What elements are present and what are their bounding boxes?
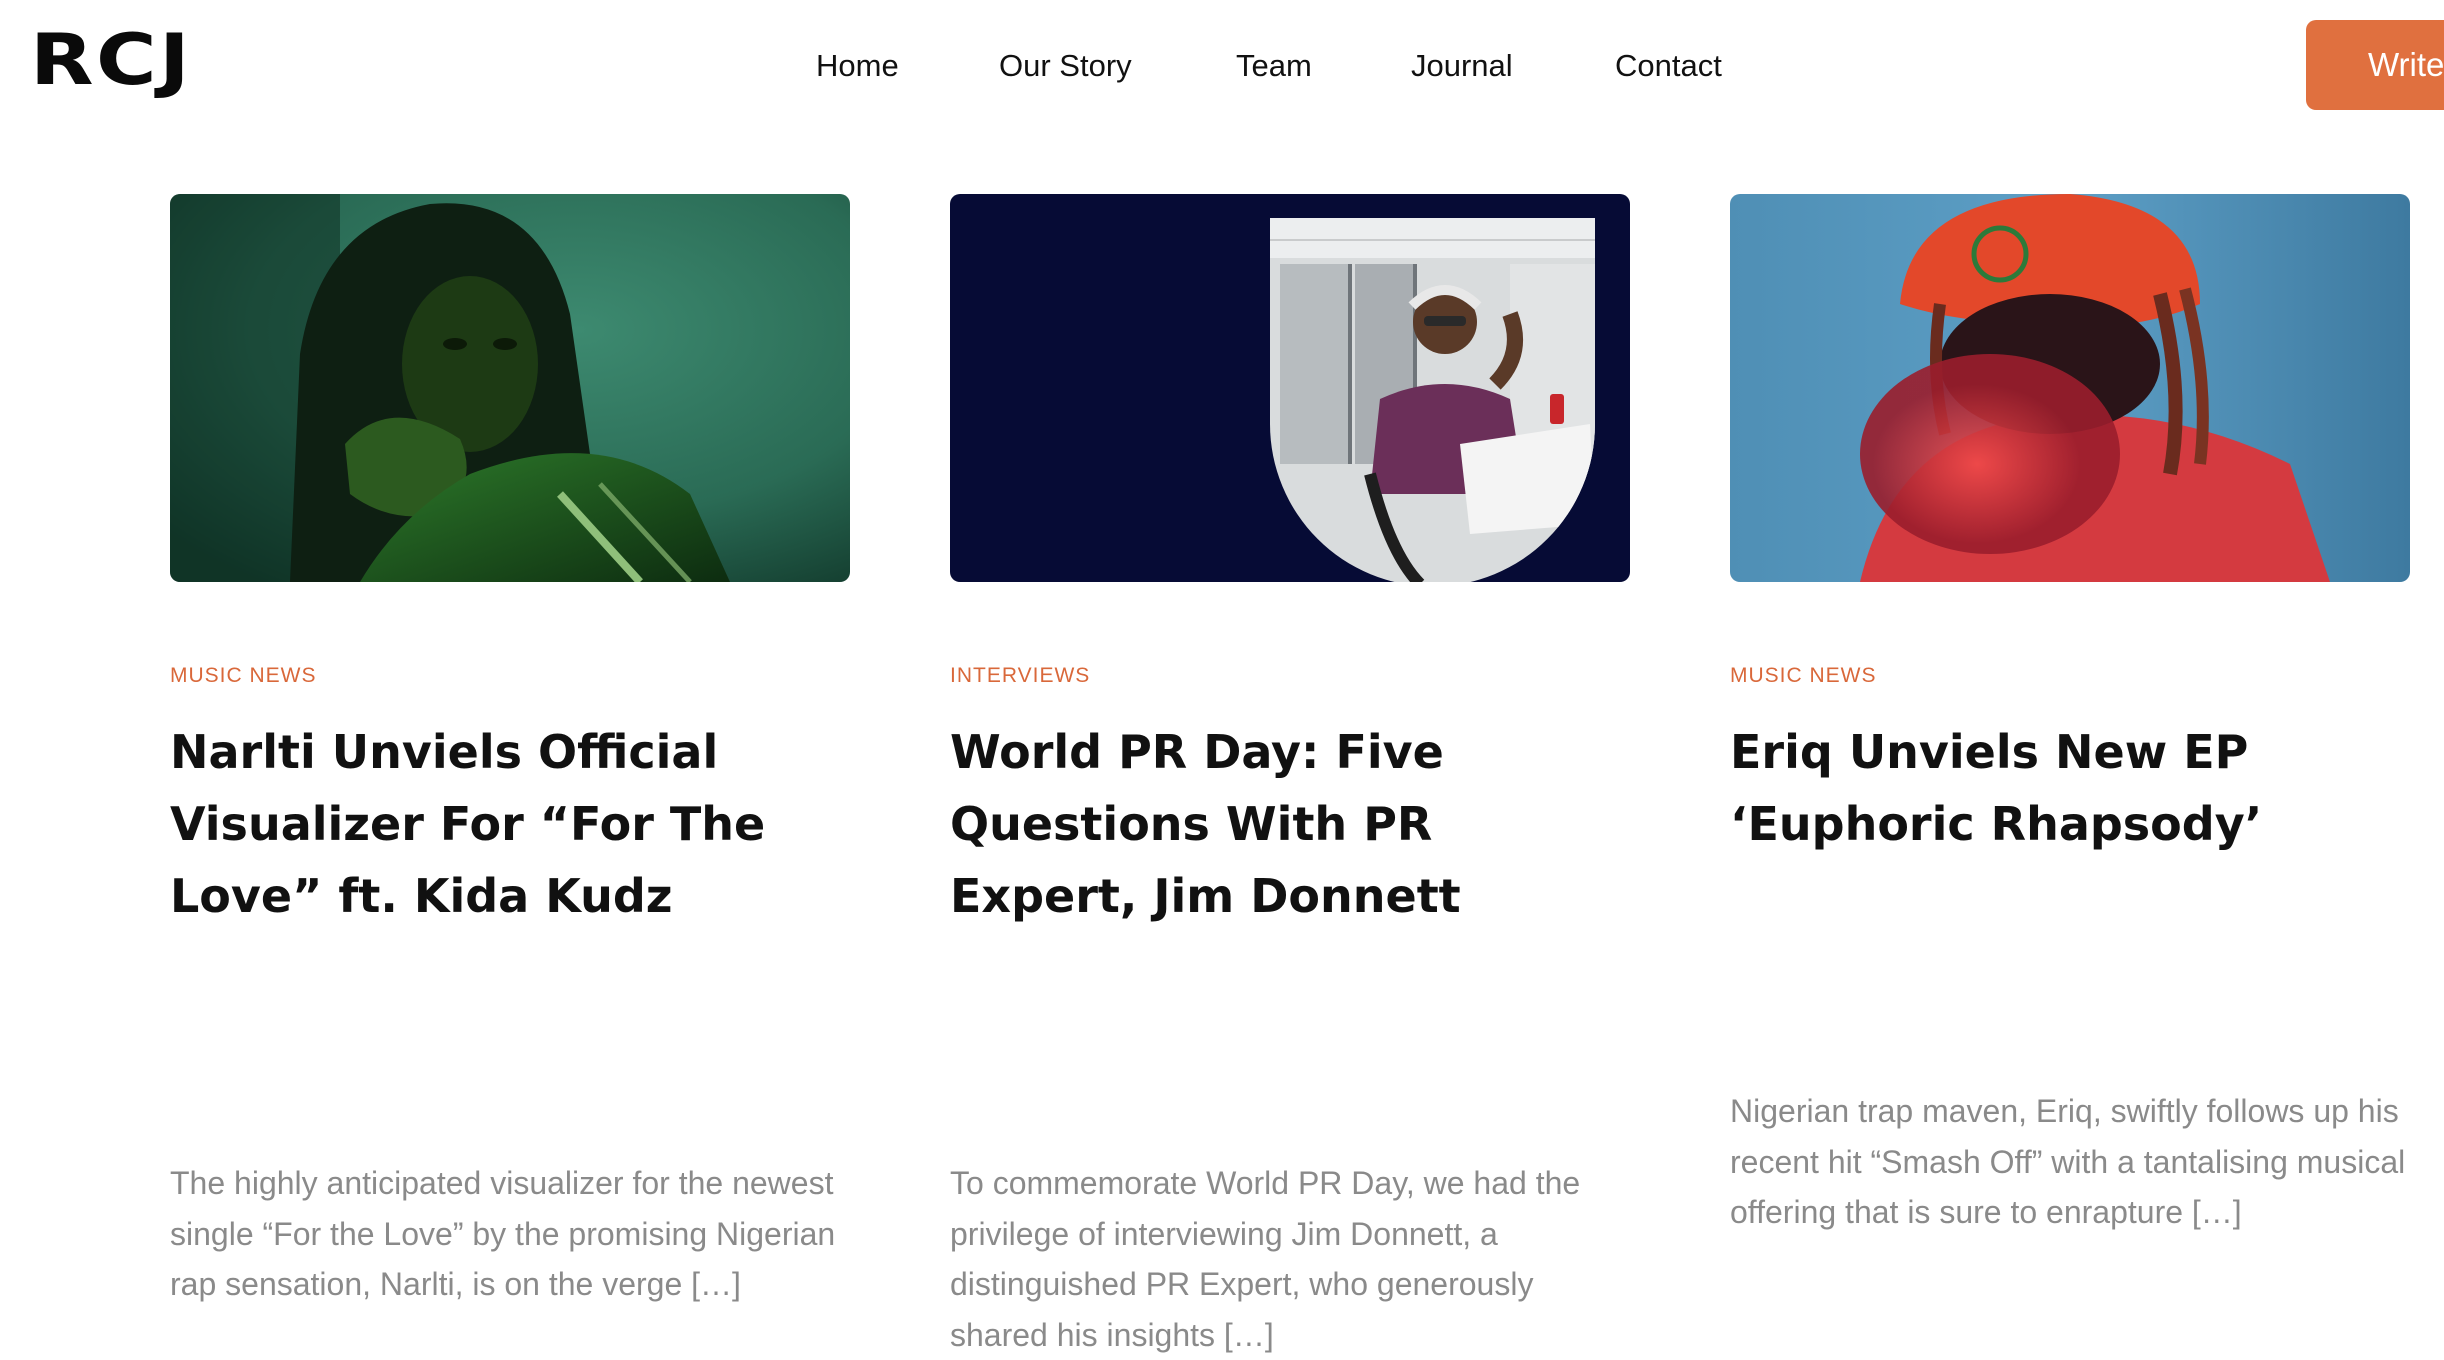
post-thumbnail[interactable] [170,194,850,582]
post-category[interactable]: MUSIC NEWS [170,664,317,688]
post-title[interactable]: Narlti Unviels Official Visualizer For “… [170,716,850,932]
hooded-man-photo [170,194,850,582]
nav-item-contact[interactable]: Contact [1615,44,1722,88]
site-logo[interactable]: RCJ [30,25,192,95]
post-title[interactable]: World PR Day: Five Questions With PR Exp… [950,716,1630,932]
post-category[interactable]: INTERVIEWS [950,664,1090,688]
write-button[interactable]: Write [2306,20,2444,110]
post-category[interactable]: MUSIC NEWS [1730,664,1877,688]
post-thumbnail[interactable] [1730,194,2410,582]
nav-item-team[interactable]: Team [1236,44,1312,88]
nav-item-journal[interactable]: Journal [1411,44,1513,88]
post-excerpt: To commemorate World PR Day, we had the … [950,1165,1581,1353]
post-card: MUSIC NEWS Narlti Unviels Official Visua… [170,194,850,1302]
post-excerpt: The highly anticipated visualizer for th… [170,1165,836,1302]
post-card: MUSIC NEWS Eriq Unviels New EP ‘Euphoric… [1730,194,2410,1230]
post-excerpt: Nigerian trap maven, Eriq, swiftly follo… [1730,1093,2406,1230]
site-header: RCJ Home Our Story Team Journal Contact … [0,0,2444,130]
nav-item-home[interactable]: Home [816,44,899,88]
post-card: INTERVIEWS World PR Day: Five Questions … [950,194,1630,1353]
artist-portrait-photo [1730,194,2410,582]
post-thumbnail[interactable] [950,194,1630,582]
office-interview-photo [950,194,1630,582]
post-title[interactable]: Eriq Unviels New EP ‘Euphoric Rhapsody’ [1730,716,2410,860]
nav-item-our-story[interactable]: Our Story [999,44,1132,88]
